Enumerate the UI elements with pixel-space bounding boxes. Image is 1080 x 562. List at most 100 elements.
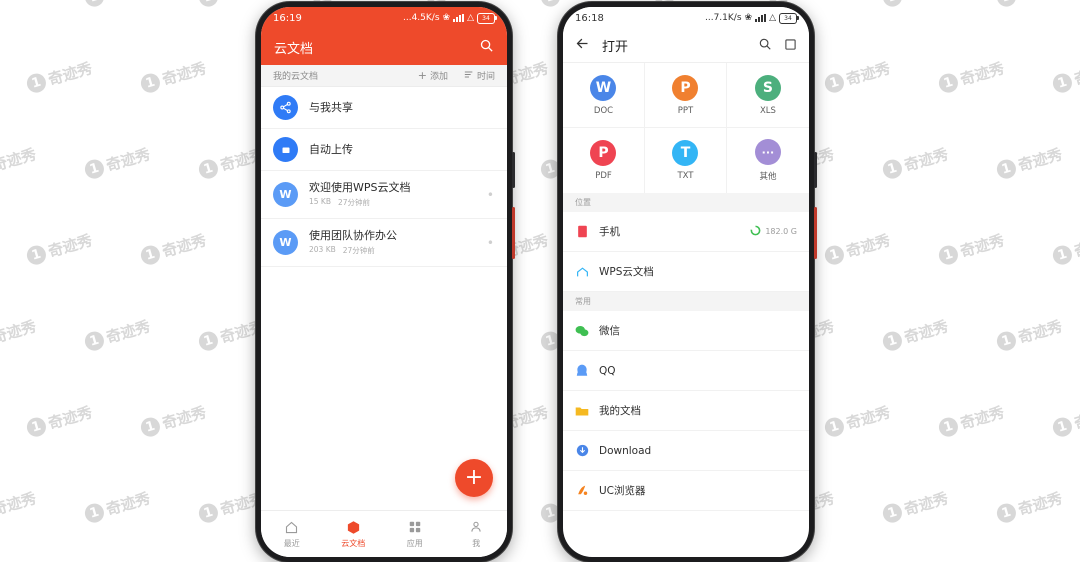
common-label: 我的文档: [599, 405, 641, 417]
nav-item-apps[interactable]: 应用: [384, 519, 446, 549]
file-type-xls[interactable]: S XLS: [726, 63, 809, 128]
volume-button-left[interactable]: [512, 152, 515, 188]
txt-glyph: T: [680, 145, 691, 161]
list-item[interactable]: W 欢迎使用WPS云文档 15 KB 27分钟前 •: [261, 171, 507, 219]
watermark-badge-icon: 1: [1050, 71, 1075, 95]
watermark-text: 1奇迹秀: [0, 0, 39, 10]
watermark-badge-icon: 1: [880, 501, 905, 525]
file-type-doc[interactable]: W DOC: [563, 63, 645, 128]
common-item-qq[interactable]: QQ: [563, 351, 809, 391]
watermark-label: 奇迹秀: [844, 59, 893, 89]
watermark-text: 1奇迹秀: [24, 229, 94, 268]
page-title: 云文档: [274, 41, 314, 57]
wechat-icon: [575, 324, 589, 338]
watermark-badge-icon: 1: [994, 501, 1019, 525]
watermark-label: 奇迹秀: [0, 317, 39, 347]
list-item-texts: 与我共享: [309, 101, 495, 115]
file-type-other[interactable]: ··· 其他: [727, 128, 809, 193]
list-item-title: 自动上传: [309, 142, 353, 156]
back-arrow-icon[interactable]: [575, 36, 590, 55]
sort-icon: [464, 70, 474, 82]
sort-button[interactable]: 时间: [464, 69, 495, 82]
volume-button-right[interactable]: [814, 152, 817, 188]
signal-icon: [755, 14, 767, 22]
location-item-phone[interactable]: 手机 182.0 G: [563, 212, 809, 252]
common-item-uc-browser[interactable]: UC浏览器: [563, 471, 809, 511]
txt-icon: T: [672, 140, 699, 166]
add-fab[interactable]: +: [455, 459, 493, 497]
bluetooth-icon: ❀: [744, 13, 753, 23]
power-button-right[interactable]: [814, 207, 817, 259]
common-label: 微信: [599, 325, 620, 337]
phone-screen-right: 16:18 ...7.1K/s ❀ △ 34 打开 W DOC P PPT S …: [563, 7, 809, 557]
download-icon: [575, 444, 589, 458]
storage-ring-icon: [750, 225, 761, 238]
bottom-navigation: 最近 云文档 应用 我: [261, 510, 507, 557]
more-options-icon[interactable]: •: [487, 236, 495, 250]
watermark-badge-icon: 1: [24, 415, 49, 439]
watermark-text: 1奇迹秀: [994, 143, 1064, 182]
watermark-badge-icon: 1: [24, 71, 49, 95]
search-icon[interactable]: [758, 36, 772, 55]
add-button[interactable]: + 添加: [418, 69, 448, 82]
watermark-text: 1奇迹秀: [880, 0, 950, 10]
watermark-text: 1奇迹秀: [82, 315, 152, 354]
location-item-wps-cloud[interactable]: WPS云文档: [563, 252, 809, 292]
wps-cloud-icon: [575, 265, 589, 279]
watermark-label: 奇迹秀: [1016, 489, 1065, 519]
list-item-texts: 自动上传: [309, 143, 495, 157]
watermark-badge-icon: 1: [994, 0, 1019, 9]
location-label: 手机: [599, 226, 620, 238]
list-item[interactable]: 与我共享: [261, 87, 507, 129]
section-header-location: 位置: [563, 193, 809, 212]
home-icon: [284, 519, 299, 535]
watermark-label: 奇迹秀: [218, 0, 267, 4]
more-options-icon[interactable]: •: [487, 188, 495, 202]
file-type-pdf[interactable]: P PDF: [563, 128, 645, 193]
watermark-badge-icon: 1: [994, 329, 1019, 353]
list-item[interactable]: W 使用团队协作办公 203 KB 27分钟前 •: [261, 219, 507, 267]
other-icon: ···: [754, 139, 781, 165]
watermark-text: 1奇迹秀: [880, 315, 950, 354]
nav-item-cloud-docs[interactable]: 云文档: [323, 519, 385, 549]
watermark-label: 奇迹秀: [46, 231, 95, 261]
multi-window-icon[interactable]: [784, 36, 797, 55]
watermark-text: 1奇迹秀: [24, 401, 94, 440]
cloud-file-list: 与我共享 自动上传 W 欢迎使用WPS云文档 15 KB 27分钟前 • W 使…: [261, 87, 507, 267]
common-label: QQ: [599, 364, 616, 377]
watermark-label: 奇迹秀: [0, 145, 39, 175]
power-button-left[interactable]: [512, 207, 515, 259]
file-type-txt[interactable]: T TXT: [645, 128, 727, 193]
watermark-label: 奇迹秀: [1016, 317, 1065, 347]
watermark-badge-icon: 1: [196, 501, 221, 525]
profile-icon: [469, 519, 483, 535]
list-item[interactable]: 自动上传: [261, 129, 507, 171]
watermark-badge-icon: 1: [196, 329, 221, 353]
watermark-label: 奇迹秀: [902, 317, 951, 347]
watermark-text: 1奇迹秀: [822, 57, 892, 96]
battery-level: 34: [784, 14, 792, 22]
watermark-badge-icon: 1: [138, 71, 163, 95]
signal-icon: [453, 14, 465, 22]
file-type-label: DOC: [593, 105, 614, 116]
nav-item-profile[interactable]: 我: [446, 519, 508, 549]
search-icon[interactable]: [479, 38, 494, 57]
watermark-badge-icon: 1: [1050, 243, 1075, 267]
watermark-badge-icon: 1: [880, 157, 905, 181]
nav-item-recent[interactable]: 最近: [261, 519, 323, 549]
common-item-my-documents[interactable]: 我的文档: [563, 391, 809, 431]
file-type-label: 其他: [759, 172, 777, 182]
common-item-download[interactable]: Download: [563, 431, 809, 471]
pdf-glyph: P: [598, 145, 609, 161]
file-size: 203 KB: [309, 245, 336, 254]
file-type-ppt[interactable]: P PPT: [644, 63, 727, 128]
wps-doc-glyph: W: [279, 188, 292, 201]
sub-toolbar: 我的云文档 + 添加 时间: [261, 65, 507, 87]
watermark-label: 奇迹秀: [902, 489, 951, 519]
network-speed: ...7.1K/s: [705, 13, 742, 23]
battery-icon: 34: [779, 12, 799, 24]
watermark-text: 1奇迹秀: [994, 487, 1064, 526]
common-item-wechat[interactable]: 微信: [563, 311, 809, 351]
wps-doc-icon: W: [273, 182, 298, 207]
watermark-text: 1奇迹秀: [0, 487, 39, 526]
